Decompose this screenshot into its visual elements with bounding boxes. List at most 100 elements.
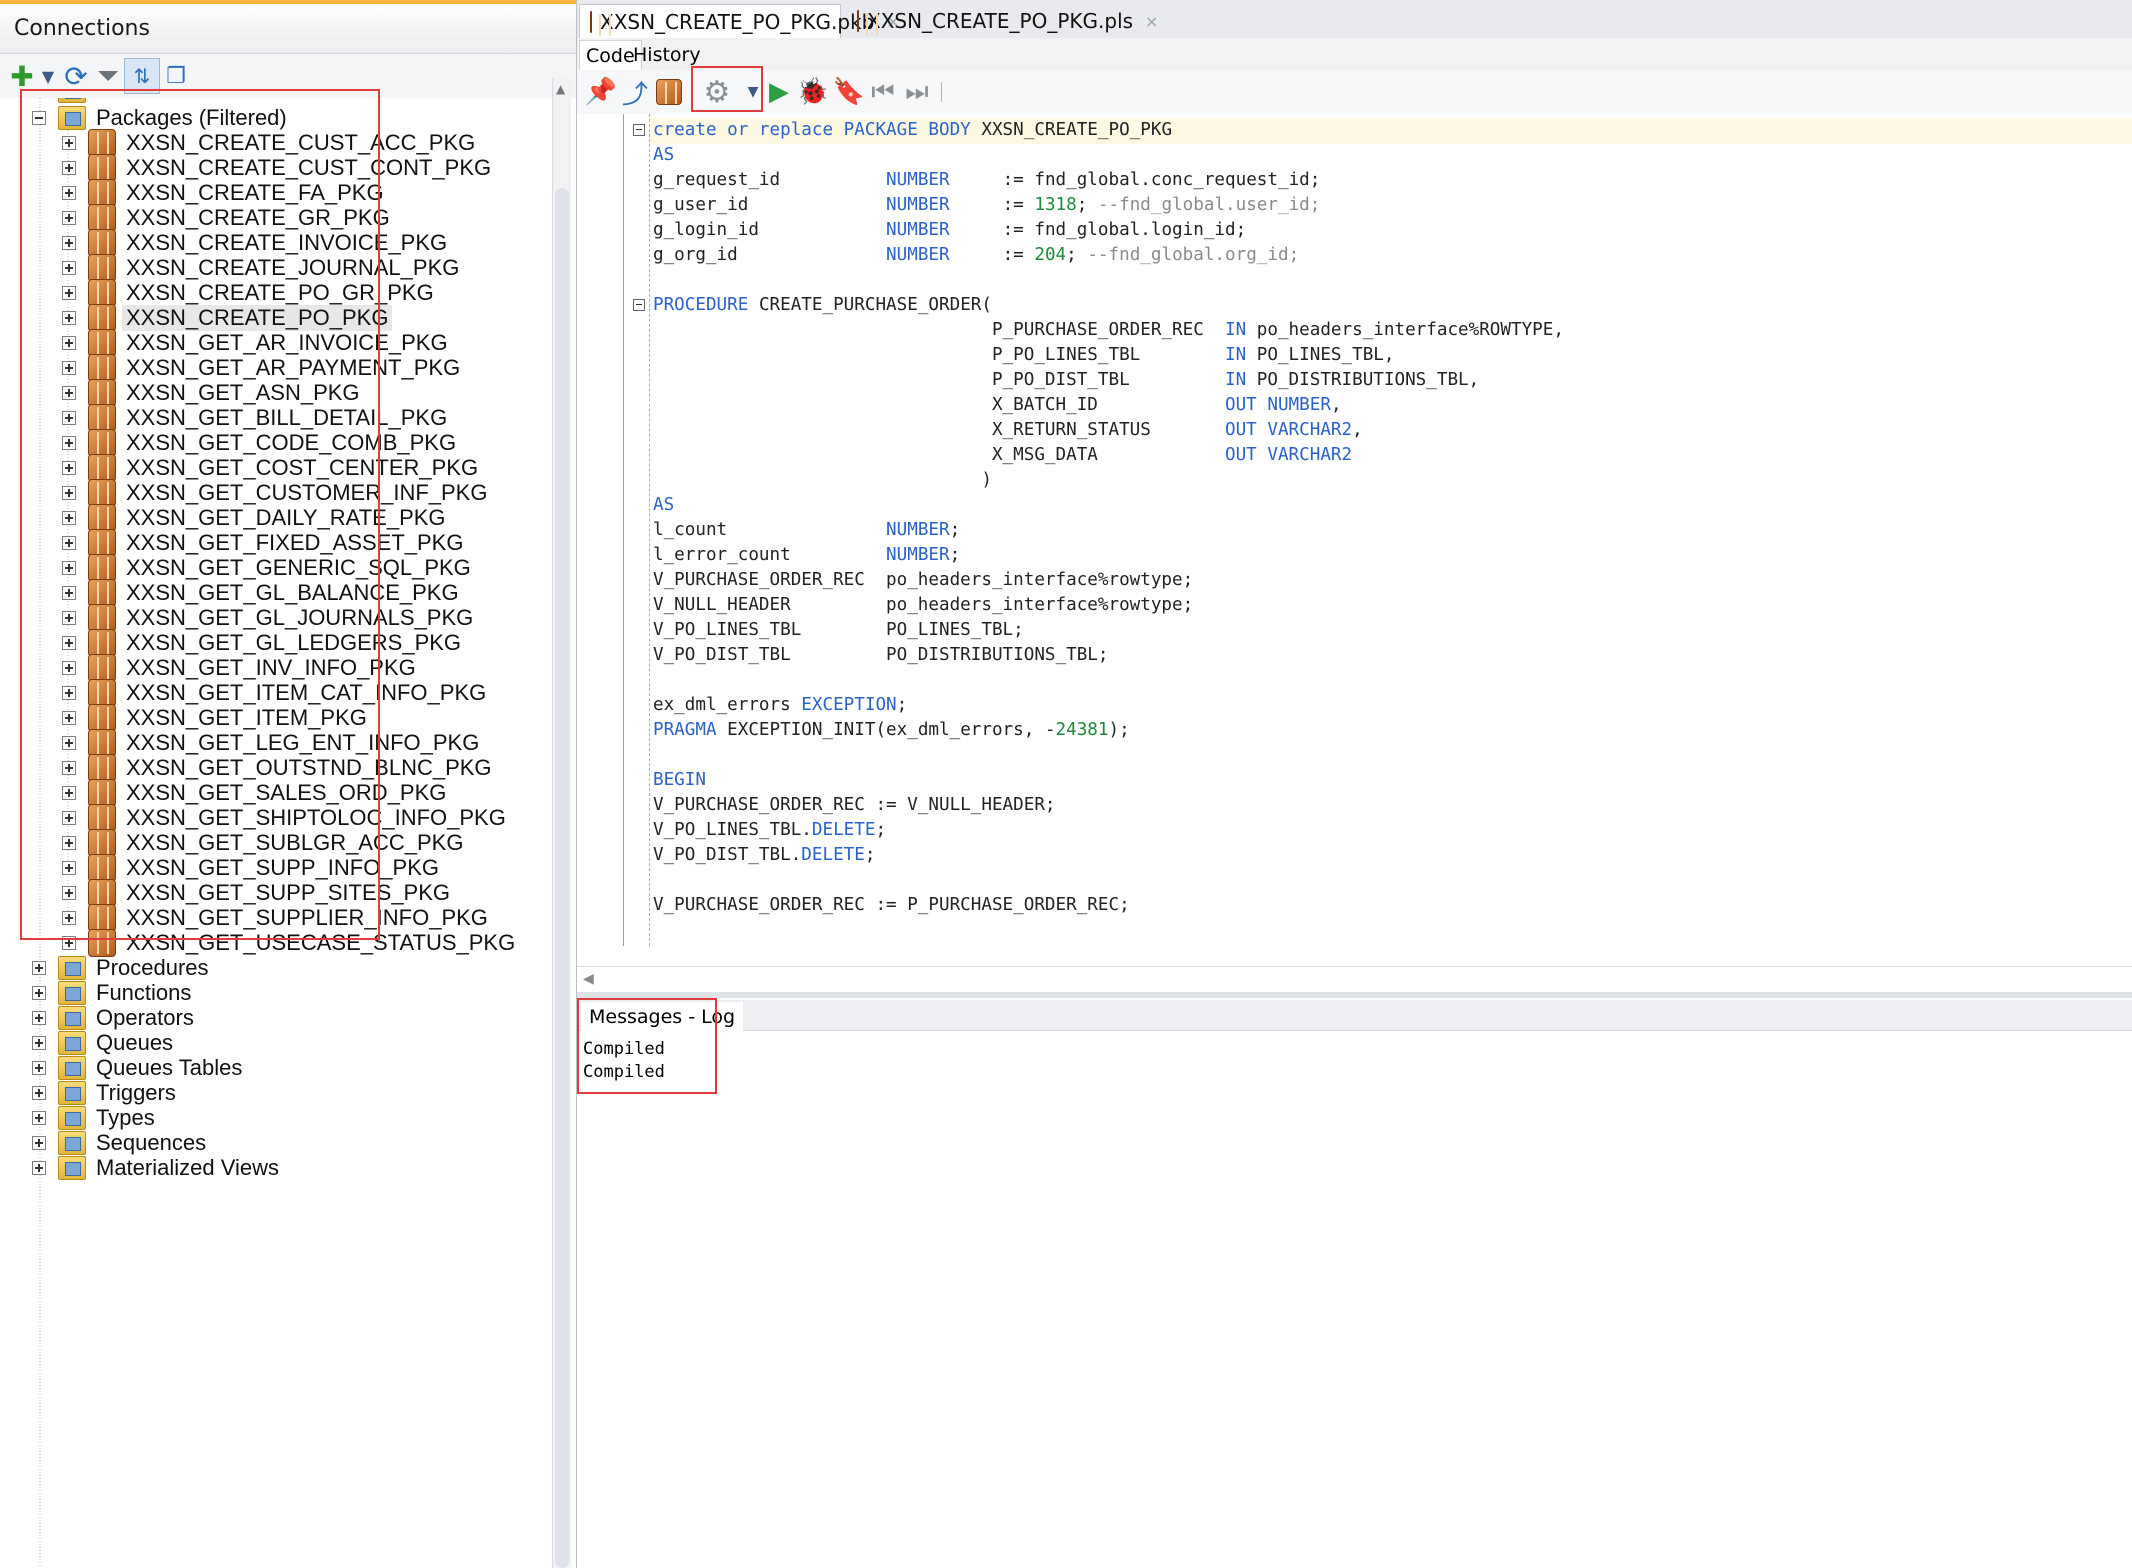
code-token: l_error_count — [653, 545, 887, 565]
code-token: DELETE — [801, 845, 865, 865]
expand-icon[interactable] — [62, 211, 76, 225]
expand-icon[interactable] — [62, 311, 76, 325]
close-icon[interactable]: × — [1145, 12, 1158, 31]
code-line: ex_dml_errors EXCEPTION; — [653, 693, 907, 718]
expand-icon[interactable] — [62, 511, 76, 525]
expand-icon[interactable] — [32, 1136, 46, 1150]
new-window-icon[interactable]: ❐ — [158, 58, 194, 94]
expand-icon[interactable] — [62, 561, 76, 575]
sql-developer-window: Connections × ✚ ▼ ⟳ ⏷ ⇅ ❐ IndexesPackage… — [0, 0, 2132, 1568]
messages-tab-bar: Messages - Log — [577, 1000, 2132, 1032]
expand-icon[interactable] — [62, 611, 76, 625]
code-token: , — [1330, 395, 1342, 415]
filter-icon[interactable]: ⏷ — [90, 58, 126, 94]
expand-icon[interactable] — [62, 236, 76, 250]
code-token: X_BATCH_ID — [653, 395, 1225, 415]
package-icon — [857, 10, 878, 35]
code-token: V_PO_LINES_TBL PO_LINES_TBL; — [653, 620, 1024, 640]
expand-icon[interactable] — [62, 461, 76, 475]
collapse-icon[interactable] — [32, 111, 46, 125]
code-token: P_PO_LINES_TBL — [653, 345, 1225, 365]
code-token: X_RETURN_STATUS — [653, 420, 1225, 440]
code-token: po_headers_interface%ROWTYPE, — [1246, 320, 1564, 340]
expand-icon[interactable] — [62, 361, 76, 375]
code-token: PO_DISTRIBUTIONS_TBL, — [1246, 370, 1480, 390]
code-line: V_PO_DIST_TBL PO_DISTRIBUTIONS_TBL; — [653, 643, 1108, 668]
debug-icon[interactable]: 🐞 — [797, 76, 829, 108]
expand-icon[interactable] — [62, 761, 76, 775]
tree-item-node[interactable]: Materialized Views — [32, 1151, 279, 1185]
code-token: g_user_id — [653, 195, 887, 215]
expand-icon[interactable] — [62, 436, 76, 450]
run-icon[interactable]: ▶ — [763, 76, 795, 108]
scrollbar-thumb[interactable] — [555, 188, 569, 1568]
previous-bookmark-icon[interactable]: ⏮ — [867, 76, 899, 108]
code-line: V_PURCHASE_ORDER_REC := V_NULL_HEADER; — [653, 793, 1056, 818]
expand-icon[interactable] — [62, 811, 76, 825]
code-line: BEGIN — [653, 768, 706, 793]
expand-icon[interactable] — [32, 1036, 46, 1050]
code-token: V_PURCHASE_ORDER_REC := P_PURCHASE_ORDER… — [653, 895, 1130, 915]
code-token: create or replace PACKAGE BODY — [653, 120, 982, 140]
editor-toolbar: 📌 ⤴ ⚙ ▼ ▶ 🐞 🔖 ⏮ ⏭ — [577, 70, 2132, 115]
expand-icon[interactable] — [62, 411, 76, 425]
expand-icon[interactable] — [32, 1086, 46, 1100]
code-token: ; — [1076, 195, 1098, 215]
code-token: V_NULL_HEADER po_headers_interface%rowty… — [653, 595, 1194, 615]
expand-icon[interactable] — [62, 886, 76, 900]
editor-horizontal-scrollbar[interactable]: ◀ — [577, 966, 2132, 993]
expand-icon[interactable] — [32, 1111, 46, 1125]
expand-icon[interactable] — [62, 386, 76, 400]
expand-icon[interactable] — [62, 636, 76, 650]
scroll-left-icon[interactable]: ◀ — [583, 971, 594, 987]
code-token: := fnd_global.login_id; — [949, 220, 1247, 240]
expand-icon[interactable] — [32, 986, 46, 1000]
schema-browser-icon[interactable]: ⇅ — [124, 58, 160, 94]
expand-icon[interactable] — [62, 336, 76, 350]
expand-icon[interactable] — [62, 711, 76, 725]
expand-icon[interactable] — [62, 736, 76, 750]
scroll-up-icon[interactable]: ▲ — [556, 82, 565, 96]
expand-icon[interactable] — [62, 786, 76, 800]
code-token: IN — [1225, 345, 1247, 365]
fold-toggle-icon[interactable] — [633, 124, 645, 136]
expand-icon[interactable] — [62, 261, 76, 275]
code-line: l_error_count NUMBER; — [653, 543, 960, 568]
expand-icon[interactable] — [62, 286, 76, 300]
code-token: := — [949, 245, 1035, 265]
expand-icon[interactable] — [62, 936, 76, 950]
expand-icon[interactable] — [32, 1011, 46, 1025]
next-bookmark-icon[interactable]: ⏭ — [901, 76, 933, 108]
editor-tab-bar: XXSN_CREATE_PO_PKG.pkb × XXSN_CREATE_PO_… — [577, 0, 2132, 39]
expand-icon[interactable] — [32, 1161, 46, 1175]
expand-icon[interactable] — [62, 911, 76, 925]
code-line: g_user_id NUMBER := 1318; --fnd_global.u… — [653, 193, 1320, 218]
code-token: ex_dml_errors — [653, 695, 802, 715]
expand-icon[interactable] — [62, 861, 76, 875]
bookmark-icon[interactable]: 🔖 — [833, 76, 865, 108]
expand-icon[interactable] — [62, 661, 76, 675]
expand-icon[interactable] — [32, 961, 46, 975]
pin-icon[interactable]: 📌 — [585, 76, 617, 108]
expand-icon[interactable] — [62, 536, 76, 550]
expand-icon[interactable] — [62, 836, 76, 850]
expand-icon[interactable] — [62, 686, 76, 700]
fold-toggle-icon[interactable] — [633, 299, 645, 311]
code-token: V_PO_DIST_TBL PO_DISTRIBUTIONS_TBL; — [653, 645, 1109, 665]
run-to-cursor-icon[interactable]: ⤴ — [619, 76, 651, 110]
expand-icon[interactable] — [62, 136, 76, 150]
tab-pkb[interactable]: XXSN_CREATE_PO_PKG.pkb × — [579, 4, 900, 38]
expand-icon[interactable] — [62, 486, 76, 500]
expand-icon[interactable] — [62, 186, 76, 200]
refresh-icon[interactable]: ⟳ — [58, 58, 94, 94]
tab-pls-label: XXSN_CREATE_PO_PKG.pls — [867, 9, 1134, 33]
tab-pls[interactable]: XXSN_CREATE_PO_PKG.pls × — [847, 4, 1158, 38]
expand-icon[interactable] — [32, 1061, 46, 1075]
expand-icon[interactable] — [62, 161, 76, 175]
code-token: NUMBER — [886, 245, 950, 265]
package-icon[interactable] — [653, 76, 685, 108]
tree-vertical-scrollbar[interactable]: ▲ — [552, 78, 571, 1568]
expand-icon[interactable] — [62, 586, 76, 600]
code-editor[interactable]: create or replace PACKAGE BODY XXSN_CREA… — [577, 114, 2132, 966]
code-line: V_PURCHASE_ORDER_REC po_headers_interfac… — [653, 568, 1193, 593]
